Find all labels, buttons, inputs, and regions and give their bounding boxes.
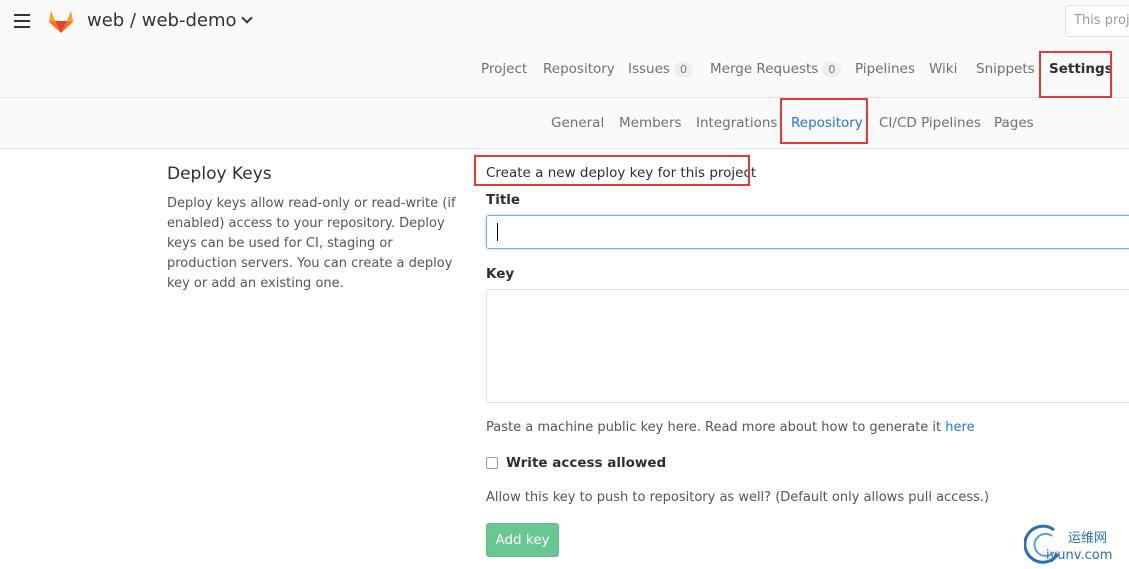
key-textarea[interactable]: [486, 289, 1129, 403]
nav-merge-requests[interactable]: Merge Requests 0: [710, 61, 842, 77]
write-access-help: Allow this key to push to repository as …: [486, 490, 990, 505]
key-help-link[interactable]: here: [945, 420, 974, 435]
issues-count-badge: 0: [673, 62, 693, 77]
nav-snippets[interactable]: Snippets: [976, 61, 1035, 77]
title-input[interactable]: [486, 215, 1129, 249]
nav-merge-requests-label: Merge Requests: [710, 61, 819, 77]
repository-highlight-box: [780, 98, 868, 144]
settings-highlight-box: [1039, 51, 1112, 98]
nav-issues[interactable]: Issues 0: [628, 61, 693, 77]
deploy-keys-description: Deploy keys allow read-only or read-writ…: [167, 196, 456, 291]
add-key-button[interactable]: Add key: [486, 523, 559, 557]
nav-project[interactable]: Project: [481, 61, 527, 77]
merge-requests-count-badge: 0: [822, 62, 842, 77]
site-watermark: 运维网 iyunv.com: [1024, 522, 1129, 569]
project-path: web / web-demo: [87, 10, 237, 31]
gitlab-logo-icon[interactable]: [46, 6, 76, 36]
menu-icon[interactable]: [14, 14, 30, 28]
deploy-keys-intro: Deploy Keys Deploy keys allow read-only …: [167, 164, 462, 294]
key-label: Key: [486, 266, 515, 282]
deploy-keys-heading: Deploy Keys: [167, 164, 272, 184]
nav-repository[interactable]: Repository: [543, 61, 615, 77]
project-nav: Project Repository Issues 0 Merge Request…: [0, 52, 1129, 92]
write-access-checkbox[interactable]: [486, 457, 498, 469]
subnav-integrations[interactable]: Integrations: [696, 115, 777, 131]
title-label: Title: [486, 192, 521, 208]
subnav-cicd-pipelines[interactable]: CI/CD Pipelines: [879, 115, 981, 131]
key-help-label: Paste a machine public key here. Read mo…: [486, 420, 942, 435]
subnav-members[interactable]: Members: [619, 115, 682, 131]
watermark-line2: iyunv.com: [1046, 548, 1113, 563]
settings-subnav: General Members Integrations Repository …: [0, 99, 1129, 149]
nav-issues-label: Issues: [628, 61, 670, 77]
text-caret: [497, 223, 498, 241]
watermark-line1: 运维网: [1068, 531, 1108, 546]
key-help-text: Paste a machine public key here. Read mo…: [486, 420, 975, 435]
chevron-down-icon: [240, 12, 253, 24]
form-heading-highlight-box: [474, 155, 750, 186]
nav-pipelines[interactable]: Pipelines: [855, 61, 915, 77]
top-header: web / web-demo This proj Project Reposit…: [0, 0, 1129, 98]
subnav-pages[interactable]: Pages: [994, 115, 1034, 131]
nav-wiki[interactable]: Wiki: [929, 61, 957, 77]
project-breadcrumb[interactable]: web / web-demo: [87, 10, 253, 31]
search-input[interactable]: This proj: [1065, 5, 1129, 37]
subnav-general[interactable]: General: [551, 115, 604, 131]
write-access-label[interactable]: Write access allowed: [506, 455, 666, 471]
